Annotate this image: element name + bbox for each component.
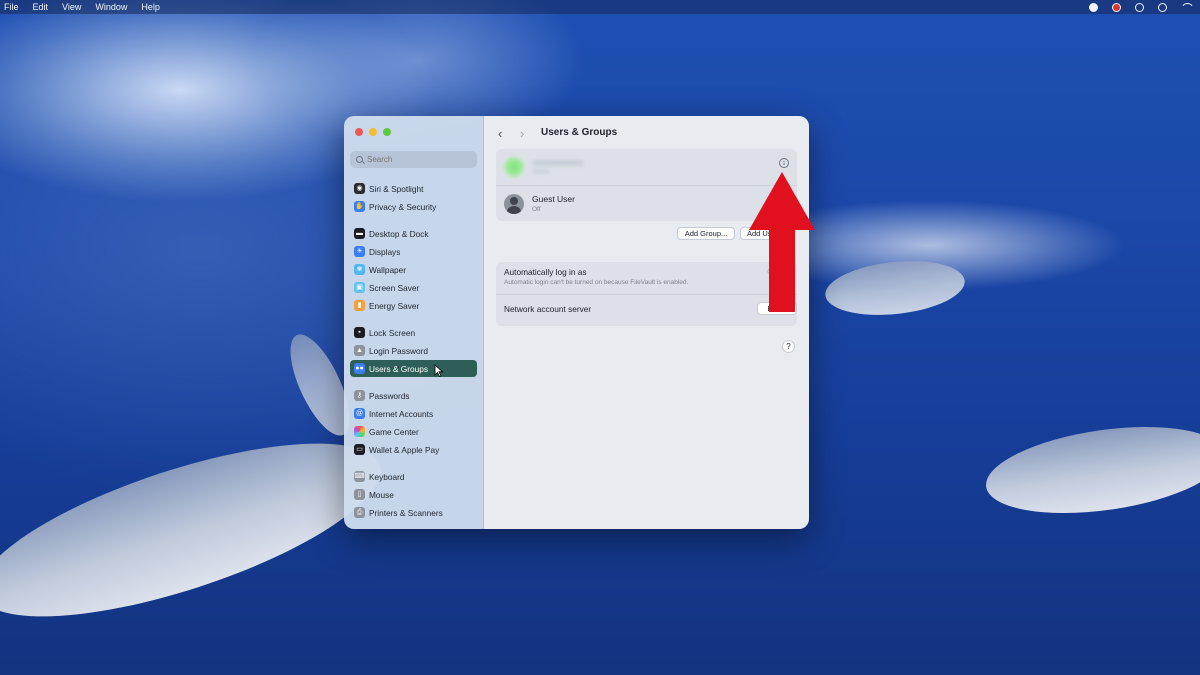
lock-icon: ▲ bbox=[354, 345, 365, 356]
minimize-button[interactable] bbox=[369, 128, 377, 136]
sidebar-item-passwords[interactable]: ⚷ Passwords bbox=[350, 387, 477, 404]
sidebar-item-displays[interactable]: ☀ Displays bbox=[350, 243, 477, 260]
record-icon[interactable] bbox=[1089, 2, 1098, 12]
avatar bbox=[504, 157, 524, 177]
sidebar-item-label: Privacy & Security bbox=[369, 201, 437, 212]
system-settings-window: ◉ Siri & Spotlight ✋ Privacy & Security … bbox=[344, 116, 809, 529]
wifi-icon[interactable] bbox=[1181, 3, 1192, 11]
sidebar-item-label: Siri & Spotlight bbox=[369, 183, 424, 194]
sidebar-item-users-groups[interactable]: ●● Users & Groups bbox=[350, 360, 477, 377]
auto-login-title: Automatically log in as bbox=[504, 267, 587, 277]
menu-help[interactable]: Help bbox=[141, 0, 160, 14]
sidebar-item-game-center[interactable]: Game Center bbox=[350, 423, 477, 440]
sidebar: ◉ Siri & Spotlight ✋ Privacy & Security … bbox=[344, 116, 484, 529]
guest-user-name: Guest User bbox=[532, 194, 575, 204]
help-button[interactable]: ? bbox=[782, 340, 795, 353]
sidebar-item-label: Mouse bbox=[369, 489, 394, 500]
red-arrow-annotation bbox=[749, 172, 815, 312]
menu-window[interactable]: Window bbox=[95, 0, 127, 14]
guest-user-status: Off bbox=[532, 206, 541, 213]
sidebar-item-login-password[interactable]: ▲ Login Password bbox=[350, 342, 477, 359]
display-icon: ☀ bbox=[354, 246, 365, 257]
keyboard-icon: ⌨ bbox=[354, 471, 365, 482]
hand-icon: ✋ bbox=[354, 201, 365, 212]
battery-icon: ▮ bbox=[354, 300, 365, 311]
info-button[interactable]: i bbox=[779, 158, 789, 168]
sidebar-item-label: Passwords bbox=[369, 390, 410, 401]
sidebar-item-label: Screen Saver bbox=[369, 282, 420, 293]
sidebar-item-label: Game Center bbox=[369, 426, 419, 437]
guest-avatar bbox=[504, 193, 524, 214]
search-input[interactable] bbox=[367, 155, 467, 164]
current-user-name-redacted bbox=[532, 160, 584, 174]
play-icon[interactable] bbox=[1135, 2, 1144, 12]
sidebar-item-lock-screen[interactable]: ▪ Lock Screen bbox=[350, 324, 477, 341]
forward-chevron-icon[interactable]: › bbox=[520, 127, 524, 140]
sidebar-item-label: Desktop & Dock bbox=[369, 228, 429, 239]
dolphin-left-large bbox=[0, 408, 399, 652]
dolphin-right-middle bbox=[822, 254, 968, 322]
users-icon: ●● bbox=[354, 363, 365, 374]
mouse-icon: ▯ bbox=[354, 489, 365, 500]
sidebar-item-privacy-security[interactable]: ✋ Privacy & Security bbox=[350, 198, 477, 215]
back-chevron-icon[interactable]: ‹ bbox=[498, 127, 502, 140]
sidebar-item-label: Users & Groups bbox=[369, 363, 429, 374]
screen-share-icon[interactable] bbox=[1112, 2, 1121, 12]
sidebar-item-printers-scanners[interactable]: ⎙ Printers & Scanners bbox=[350, 504, 477, 521]
sidebar-item-wallet-apple-pay[interactable]: ▭ Wallet & Apple Pay bbox=[350, 441, 477, 458]
sidebar-item-mouse[interactable]: ▯ Mouse bbox=[350, 486, 477, 503]
sidebar-item-label: Printers & Scanners bbox=[369, 507, 443, 518]
sidebar-item-siri-spotlight[interactable]: ◉ Siri & Spotlight bbox=[350, 180, 477, 197]
sidebar-item-label: Login Password bbox=[369, 345, 429, 356]
sidebar-item-label: Energy Saver bbox=[369, 300, 420, 311]
screen-saver-icon: ▣ bbox=[354, 282, 365, 293]
at-icon: @ bbox=[354, 408, 365, 419]
info-icon[interactable] bbox=[1158, 2, 1167, 12]
sidebar-item-energy-saver[interactable]: ▮ Energy Saver bbox=[350, 297, 477, 314]
sidebar-item-label: Displays bbox=[369, 246, 401, 257]
key-icon: ⚷ bbox=[354, 390, 365, 401]
siri-icon: ◉ bbox=[354, 183, 365, 194]
sidebar-item-keyboard[interactable]: ⌨ Keyboard bbox=[350, 468, 477, 485]
sidebar-item-label: Internet Accounts bbox=[369, 408, 434, 419]
dock-icon: ▬ bbox=[354, 228, 365, 239]
sidebar-item-screen-saver[interactable]: ▣ Screen Saver bbox=[350, 279, 477, 296]
search-icon bbox=[356, 156, 363, 163]
close-button[interactable] bbox=[355, 128, 363, 136]
sidebar-item-label: Wallet & Apple Pay bbox=[369, 444, 440, 455]
window-controls bbox=[355, 128, 391, 136]
sidebar-item-label: Lock Screen bbox=[369, 327, 416, 338]
menu-file[interactable]: File bbox=[4, 0, 19, 14]
sidebar-item-wallpaper[interactable]: ❀ Wallpaper bbox=[350, 261, 477, 278]
menubar-menus: File Edit View Window Help bbox=[4, 0, 160, 14]
page-title: Users & Groups bbox=[541, 127, 618, 138]
sidebar-item-label: Wallpaper bbox=[369, 264, 407, 275]
mouse-cursor-icon bbox=[434, 364, 444, 377]
zoom-button[interactable] bbox=[383, 128, 391, 136]
search-field[interactable] bbox=[350, 151, 477, 168]
sidebar-item-label: Keyboard bbox=[369, 471, 405, 482]
printer-icon: ⎙ bbox=[354, 507, 365, 518]
network-server-title: Network account server bbox=[504, 304, 592, 314]
sidebar-item-desktop-dock[interactable]: ▬ Desktop & Dock bbox=[350, 225, 477, 242]
menubar-tray bbox=[1089, 2, 1192, 12]
wallpaper-icon: ❀ bbox=[354, 264, 365, 275]
game-center-icon bbox=[354, 426, 365, 437]
sidebar-item-internet-accounts[interactable]: @ Internet Accounts bbox=[350, 405, 477, 422]
dolphin-right-large bbox=[980, 413, 1200, 527]
lock-screen-icon: ▪ bbox=[354, 327, 365, 338]
menu-view[interactable]: View bbox=[62, 0, 81, 14]
menu-edit[interactable]: Edit bbox=[33, 0, 49, 14]
wallet-icon: ▭ bbox=[354, 444, 365, 455]
add-group-button[interactable]: Add Group... bbox=[677, 227, 735, 240]
auto-login-note: Automatic login can't be turned on becau… bbox=[504, 279, 689, 286]
menubar: File Edit View Window Help bbox=[0, 0, 1200, 14]
